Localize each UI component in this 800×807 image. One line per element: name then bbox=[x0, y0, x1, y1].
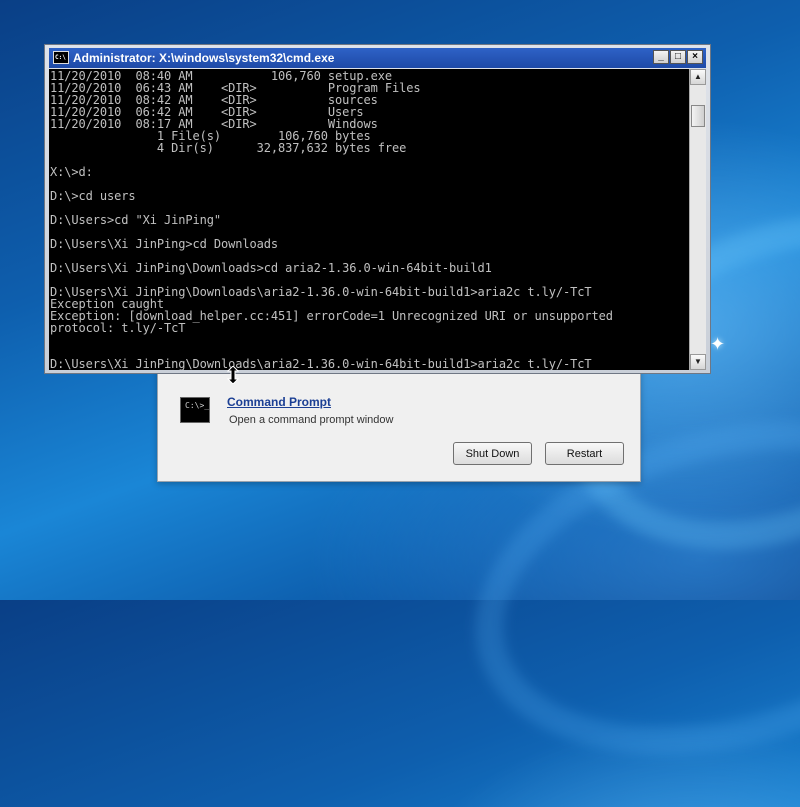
close-button[interactable]: × bbox=[687, 50, 703, 64]
console-output[interactable]: 11/20/2010 08:40 AM 106,760 setup.exe 11/… bbox=[49, 69, 689, 370]
title-bar[interactable]: C:\ Administrator: X:\windows\system32\c… bbox=[49, 48, 706, 68]
scroll-thumb[interactable] bbox=[691, 105, 705, 127]
scroll-up-arrow-icon[interactable]: ▲ bbox=[690, 69, 706, 85]
console-line: X:\>d: bbox=[50, 165, 93, 179]
wallpaper-sparkle-icon: ✦ bbox=[710, 334, 726, 355]
console-line: D:\Users\Xi JinPing>cd Downloads bbox=[50, 237, 278, 251]
console-text: 11/20/2010 08:40 AM 106,760 setup.exe 11/… bbox=[49, 69, 689, 370]
command-prompt-link[interactable]: Command Prompt bbox=[227, 395, 331, 409]
shut-down-button[interactable]: Shut Down bbox=[453, 442, 532, 465]
console-line: D:\Users>cd "Xi JinPing" bbox=[50, 213, 221, 227]
window-title: Administrator: X:\windows\system32\cmd.e… bbox=[73, 51, 335, 65]
vertical-resize-cursor-icon bbox=[227, 366, 239, 384]
cmd-icon[interactable]: C:\ bbox=[53, 51, 69, 64]
command-prompt-icon[interactable]: C:\>_ bbox=[180, 397, 210, 423]
cmd-window[interactable]: C:\ Administrator: X:\windows\system32\c… bbox=[44, 44, 711, 374]
restart-button[interactable]: Restart bbox=[545, 442, 624, 465]
command-prompt-description: Open a command prompt window bbox=[229, 414, 394, 426]
console-line: D:\>cd users bbox=[50, 189, 136, 203]
console-line: D:\Users\Xi JinPing\Downloads>cd aria2-1… bbox=[50, 261, 492, 275]
maximize-button[interactable]: □ bbox=[670, 50, 686, 64]
scroll-down-arrow-icon[interactable]: ▼ bbox=[690, 354, 706, 370]
console-line: D:\Users\Xi JinPing\Downloads\aria2-1.36… bbox=[50, 357, 592, 370]
console-line: protocol: t.ly/-TcT bbox=[50, 321, 186, 335]
console-line: 4 Dir(s) 32,837,632 bytes free bbox=[50, 141, 407, 155]
vertical-scrollbar[interactable]: ▲ ▼ bbox=[689, 69, 706, 370]
minimize-button[interactable]: _ bbox=[653, 50, 669, 64]
